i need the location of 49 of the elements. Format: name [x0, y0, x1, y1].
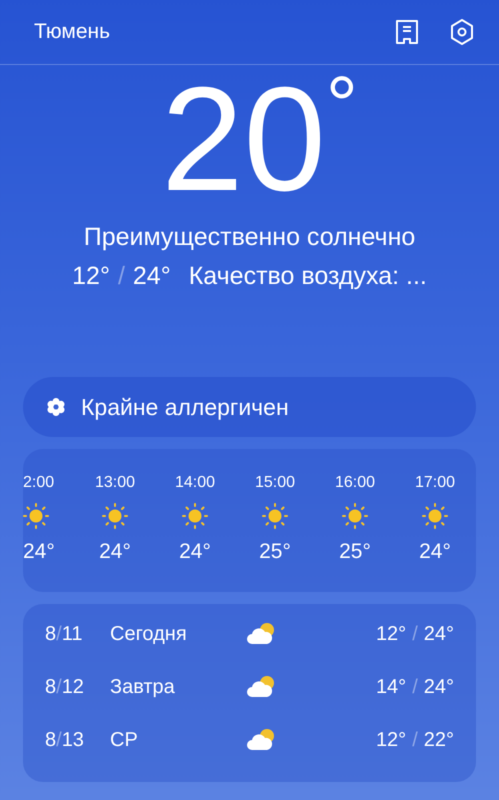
hour-temperature: 25° — [339, 540, 371, 564]
weather-condition: Преимущественно солнечно — [82, 223, 416, 252]
day-date: 8/13 — [45, 728, 85, 752]
hour-time: 13:00 — [94, 474, 136, 492]
day-name: СР — [110, 728, 139, 752]
high-temperature: 24° — [424, 676, 454, 698]
low-temperature: 12° — [376, 622, 406, 646]
separator: / — [118, 262, 125, 291]
day-date: 8/12 — [45, 676, 85, 698]
separator: / — [412, 728, 418, 752]
hour-time: 17:00 — [414, 474, 456, 492]
hour-temperature: 24° — [179, 540, 211, 564]
sun-icon — [182, 503, 208, 529]
sun-icon — [102, 503, 128, 529]
partly-cloudy-icon — [246, 728, 276, 752]
separator: / — [412, 676, 418, 698]
hour-time: 2:00 — [23, 474, 54, 492]
day-name: Завтра — [110, 676, 176, 698]
hour-temperature: 25° — [259, 540, 291, 564]
day-name: Сегодня — [110, 622, 188, 646]
partly-cloudy-icon — [246, 622, 276, 646]
hour-temperature: 24° — [99, 540, 131, 564]
hour-time: 15:00 — [254, 474, 296, 492]
hour-temperature: 24° — [23, 540, 55, 564]
degree-sign: ° — [326, 65, 358, 151]
hour-time: 16:00 — [334, 474, 376, 492]
low-temperature: 14° — [376, 676, 406, 698]
flower-icon — [47, 398, 65, 416]
sun-icon — [422, 503, 448, 529]
separator: / — [412, 622, 418, 646]
city-name: Тюмень — [34, 20, 112, 44]
low-temperature: 12° — [72, 262, 110, 291]
high-temperature: 24° — [132, 262, 171, 291]
partly-cloudy-icon — [246, 675, 276, 699]
hour-temperature: 24° — [419, 540, 451, 564]
allergy-banner[interactable]: Крайне аллергичен — [23, 377, 476, 437]
sun-icon — [23, 503, 49, 529]
settings-icon[interactable] — [449, 18, 475, 46]
allergy-label: Крайне аллергичен — [81, 394, 289, 420]
high-temperature: 22° — [424, 728, 454, 752]
high-temperature: 24° — [424, 622, 454, 646]
temperature: 20 — [161, 65, 326, 215]
sun-icon — [342, 503, 368, 529]
air-quality-link[interactable]: Качество воздуха: ... — [188, 262, 427, 291]
sun-icon — [262, 503, 288, 529]
low-temperature: 12° — [376, 728, 406, 752]
document-icon[interactable] — [395, 19, 419, 45]
hour-time: 14:00 — [174, 474, 216, 492]
day-date: 8/11 — [45, 622, 84, 646]
